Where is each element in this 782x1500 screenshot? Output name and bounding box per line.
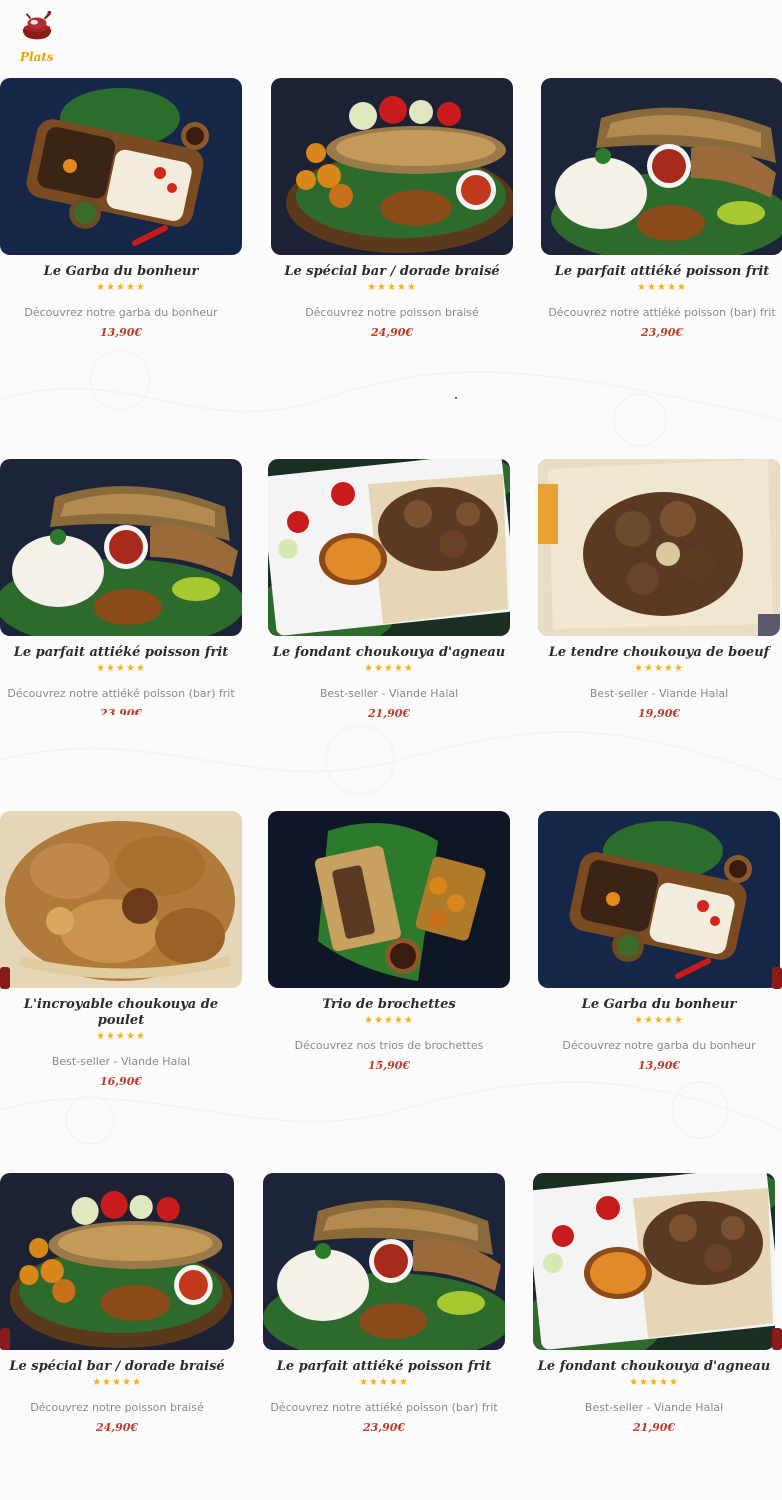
dish-price: 13,90€ bbox=[99, 326, 143, 339]
dish-description: Découvrez notre garba du bonheur bbox=[24, 306, 218, 319]
rating-stars: ★★★★★ bbox=[96, 282, 146, 293]
dish-price: 23,90€ bbox=[640, 326, 684, 339]
dish-card[interactable]: Le tendre choukouya de boeuf ★★★★★ Best-… bbox=[538, 459, 780, 721]
dish-price: 21,90€ bbox=[632, 1421, 676, 1434]
dish-description: Best-seller - Viande Halal bbox=[319, 687, 459, 700]
dish-description: Découvrez notre attiéké poisson (bar) fr… bbox=[7, 687, 235, 700]
dish-price: 15,90€ bbox=[367, 1059, 411, 1072]
dish-title[interactable]: Le parfait attiéké poisson frit bbox=[0, 645, 242, 661]
carousel-next-tab[interactable] bbox=[772, 1328, 782, 1350]
dish-description: Découvrez notre poisson braisé bbox=[305, 306, 479, 319]
dish-card[interactable]: Le parfait attiéké poisson frit ★★★★★ Dé… bbox=[263, 1173, 505, 1435]
dish-price: 23,90€ bbox=[99, 707, 143, 715]
dish-title[interactable]: Le parfait attiéké poisson frit bbox=[541, 264, 782, 280]
dish-price: 16,90€ bbox=[99, 1075, 143, 1088]
rating-stars: ★★★★★ bbox=[637, 282, 687, 293]
dish-title[interactable]: Le Garba du bonheur bbox=[538, 997, 780, 1013]
dish-title[interactable]: Le Garba du bonheur bbox=[0, 264, 242, 280]
dish-price: 23,90€ bbox=[362, 1421, 406, 1434]
dish-price: 24,90€ bbox=[95, 1421, 139, 1434]
dish-title[interactable]: L'incroyable choukouya de poulet bbox=[0, 997, 242, 1029]
dish-title[interactable]: Trio de brochettes bbox=[268, 997, 510, 1013]
dish-image-choukouya-poulet[interactable] bbox=[0, 811, 242, 988]
dish-description: Best-seller - Viande Halal bbox=[51, 1055, 191, 1068]
dish-title[interactable]: Le parfait attiéké poisson frit bbox=[263, 1359, 505, 1375]
dish-price: 24,90€ bbox=[370, 326, 414, 339]
dish-image-garba[interactable] bbox=[538, 811, 780, 988]
dish-image-trio-brochettes[interactable] bbox=[268, 811, 510, 988]
dish-card[interactable]: Le parfait attiéké poisson frit ★★★★★ Dé… bbox=[0, 459, 242, 715]
rating-stars: ★★★★★ bbox=[92, 1377, 142, 1388]
dish-image-attieke-poisson[interactable] bbox=[541, 78, 782, 255]
carousel-prev-tab[interactable] bbox=[0, 1328, 10, 1350]
dish-price: 21,90€ bbox=[367, 707, 411, 720]
dish-card[interactable]: Le spécial bar / dorade braisé ★★★★★ Déc… bbox=[0, 1173, 234, 1435]
section-label: Plats bbox=[20, 50, 54, 64]
dish-description: Découvrez notre attiéké poisson (bar) fr… bbox=[270, 1401, 498, 1414]
dish-card[interactable]: Le fondant choukouya d'agneau ★★★★★ Best… bbox=[533, 1173, 775, 1435]
dish-card[interactable]: Trio de brochettes ★★★★★ Découvrez nos t… bbox=[268, 811, 510, 1073]
dish-title[interactable]: Le tendre choukouya de boeuf bbox=[538, 645, 780, 661]
dish-card[interactable]: Le parfait attiéké poisson frit ★★★★★ Dé… bbox=[541, 78, 782, 340]
dish-price: 19,90€ bbox=[637, 707, 681, 720]
dish-title[interactable]: Le fondant choukouya d'agneau bbox=[533, 1359, 775, 1375]
dish-image-garba[interactable] bbox=[0, 78, 242, 255]
dish-description: Découvrez notre attiéké poisson (bar) fr… bbox=[548, 306, 776, 319]
dish-card[interactable]: Le Garba du bonheur ★★★★★ Découvrez notr… bbox=[538, 811, 780, 1073]
category-header: Plats bbox=[16, 6, 64, 64]
dish-description: Découvrez nos trios de brochettes bbox=[294, 1039, 484, 1052]
rating-stars: ★★★★★ bbox=[634, 663, 684, 674]
rating-stars: ★★★★★ bbox=[629, 1377, 679, 1388]
dish-description: Découvrez notre garba du bonheur bbox=[562, 1039, 756, 1052]
rating-stars: ★★★★★ bbox=[634, 1015, 684, 1026]
dish-title[interactable]: Le spécial bar / dorade braisé bbox=[0, 1359, 234, 1375]
dish-description: Best-seller - Viande Halal bbox=[589, 687, 729, 700]
dish-title[interactable]: Le spécial bar / dorade braisé bbox=[271, 264, 513, 280]
dish-image-choukouya-agneau[interactable] bbox=[268, 459, 510, 636]
roast-chicken-icon bbox=[22, 10, 52, 40]
dish-card[interactable]: Le fondant choukouya d'agneau ★★★★★ Best… bbox=[268, 459, 510, 721]
rating-stars: ★★★★★ bbox=[359, 1377, 409, 1388]
dish-card[interactable]: L'incroyable choukouya de poulet ★★★★★ B… bbox=[0, 811, 242, 1089]
dish-description: Découvrez notre poisson braisé bbox=[30, 1401, 204, 1414]
dish-image-choukouya-boeuf[interactable] bbox=[538, 459, 780, 636]
rating-stars: ★★★★★ bbox=[367, 282, 417, 293]
rating-stars: ★★★★★ bbox=[96, 1031, 146, 1042]
dish-image-bar-braise[interactable] bbox=[271, 78, 513, 255]
dish-price: 13,90€ bbox=[637, 1059, 681, 1072]
rating-stars: ★★★★★ bbox=[364, 663, 414, 674]
decorative-dot bbox=[455, 397, 457, 399]
dish-image-attieke-poisson[interactable] bbox=[263, 1173, 505, 1350]
carousel-next-tab[interactable] bbox=[772, 967, 782, 989]
dish-card[interactable]: Le Garba du bonheur ★★★★★ Découvrez notr… bbox=[0, 78, 242, 340]
dish-image-attieke-poisson[interactable] bbox=[0, 459, 242, 636]
rating-stars: ★★★★★ bbox=[96, 663, 146, 674]
carousel-prev-tab[interactable] bbox=[0, 967, 10, 989]
rating-stars: ★★★★★ bbox=[364, 1015, 414, 1026]
dish-image-choukouya-agneau[interactable] bbox=[533, 1173, 775, 1350]
dish-card[interactable]: Le spécial bar / dorade braisé ★★★★★ Déc… bbox=[271, 78, 513, 340]
dish-title[interactable]: Le fondant choukouya d'agneau bbox=[268, 645, 510, 661]
dish-image-bar-braise[interactable] bbox=[0, 1173, 234, 1350]
dish-description: Best-seller - Viande Halal bbox=[584, 1401, 724, 1414]
